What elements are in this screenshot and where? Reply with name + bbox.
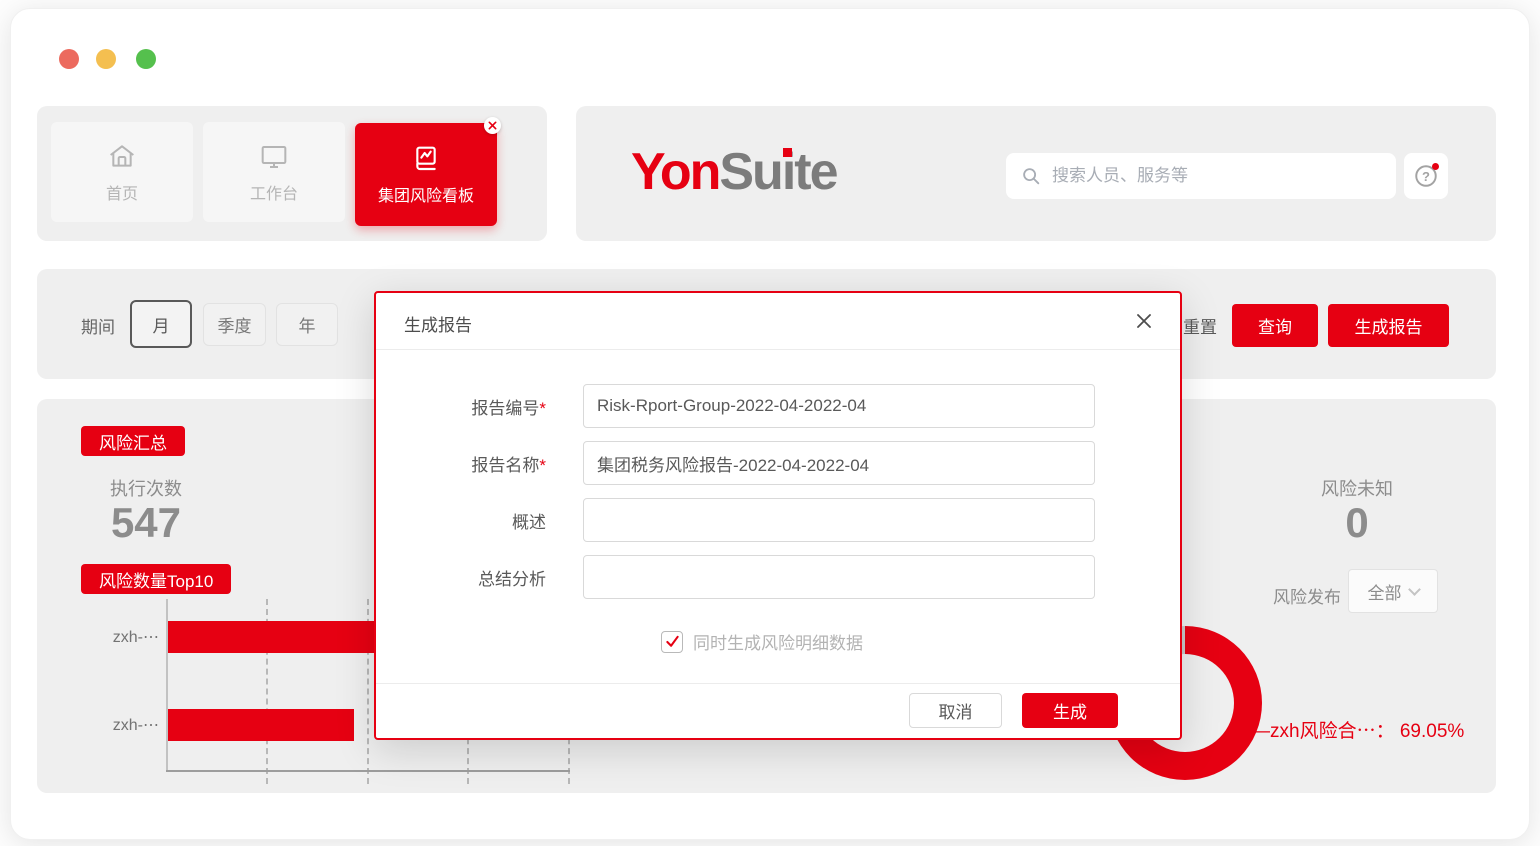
- form-row-report-name: 报告名称*: [376, 441, 1180, 485]
- dialog-header: 生成报告: [376, 293, 1180, 350]
- field-label: 总结分析: [416, 565, 546, 590]
- tab-label: 工作台: [250, 180, 298, 204]
- risk-unknown-value: 0: [1272, 499, 1442, 547]
- risk-top10-badge: 风险数量Top10: [81, 564, 231, 594]
- bar[interactable]: [168, 709, 354, 741]
- period-label: 期间: [81, 313, 115, 338]
- window-maximize-dot[interactable]: [136, 49, 156, 69]
- report-name-input[interactable]: [583, 441, 1095, 485]
- check-icon: [665, 634, 680, 649]
- form-row-overview: 概述: [376, 498, 1180, 542]
- exec-count-value: 547: [61, 499, 231, 547]
- query-button[interactable]: 查询: [1232, 304, 1318, 347]
- dashboard-icon: [410, 143, 442, 175]
- detail-data-checkbox[interactable]: [661, 631, 683, 653]
- window-close-dot[interactable]: [59, 49, 79, 69]
- window-minimize-dot[interactable]: [96, 49, 116, 69]
- dialog-footer: 取消 生成: [376, 683, 1180, 740]
- nav-tabs-panel: 首页 工作台 集团风险看板: [37, 106, 547, 241]
- report-code-input[interactable]: [583, 384, 1095, 428]
- submit-generate-button[interactable]: 生成: [1022, 693, 1118, 728]
- cancel-button[interactable]: 取消: [909, 693, 1002, 728]
- tab-group-risk-dashboard[interactable]: 集团风险看板: [355, 123, 497, 226]
- reset-button[interactable]: 重置: [1183, 313, 1217, 338]
- help-button[interactable]: ?: [1404, 153, 1448, 199]
- checkbox-label: 同时生成风险明细数据: [693, 629, 863, 654]
- generate-report-button[interactable]: 生成报告: [1328, 304, 1449, 347]
- form-row-report-code: 报告编号*: [376, 384, 1180, 428]
- generate-report-dialog: 生成报告 报告编号* 报告名称* 概述 总结分析: [374, 291, 1182, 740]
- search-input[interactable]: [1052, 166, 1382, 186]
- selected-option: 全部: [1368, 579, 1402, 604]
- exec-count-label: 执行次数: [61, 475, 231, 501]
- detail-data-checkbox-row: 同时生成风险明细数据: [661, 629, 863, 654]
- donut-slice-label: —zxh风险合⋯： 69.05%: [1251, 716, 1464, 743]
- form-row-summary: 总结分析: [376, 555, 1180, 599]
- chart-x-axis: [166, 770, 570, 772]
- global-search[interactable]: [1006, 153, 1396, 199]
- close-icon: [1135, 312, 1153, 330]
- required-asterisk: *: [539, 456, 546, 475]
- period-option-year[interactable]: 年: [276, 303, 338, 346]
- tab-home[interactable]: 首页: [51, 122, 193, 222]
- period-option-quarter[interactable]: 季度: [203, 303, 266, 346]
- field-label: 报告名称*: [416, 451, 546, 476]
- risk-unknown-label: 风险未知: [1272, 475, 1442, 501]
- field-label: 报告编号*: [416, 394, 546, 419]
- home-icon: [106, 141, 138, 173]
- svg-text:?: ?: [1422, 169, 1430, 184]
- dialog-title: 生成报告: [404, 311, 472, 336]
- close-icon: [488, 121, 497, 130]
- chevron-down-icon: [1408, 583, 1421, 596]
- tab-label: 集团风险看板: [378, 182, 474, 206]
- monitor-icon: [258, 141, 290, 173]
- screen: 首页 工作台 集团风险看板: [0, 0, 1540, 846]
- yonsuite-logo: YonSuite: [631, 142, 837, 202]
- summary-analysis-input[interactable]: [583, 555, 1095, 599]
- tab-workbench[interactable]: 工作台: [203, 122, 345, 222]
- search-icon: [1020, 165, 1042, 187]
- tab-close-button[interactable]: [484, 117, 501, 134]
- header-panel: YonSuite ?: [576, 106, 1496, 241]
- risk-publish-label: 风险发布: [1273, 583, 1341, 608]
- bar-category-label: zxh-⋯: [59, 715, 159, 735]
- tab-label: 首页: [106, 180, 138, 204]
- required-asterisk: *: [539, 399, 546, 418]
- risk-publish-select[interactable]: 全部: [1348, 569, 1438, 613]
- overview-input[interactable]: [583, 498, 1095, 542]
- risk-summary-badge: 风险汇总: [81, 426, 185, 456]
- field-label: 概述: [416, 508, 546, 533]
- app-window: 首页 工作台 集团风险看板: [10, 8, 1530, 840]
- bar-category-label: zxh-⋯: [59, 627, 159, 647]
- period-option-month[interactable]: 月: [130, 300, 192, 348]
- notification-dot: [1432, 163, 1439, 170]
- dialog-close-button[interactable]: [1132, 309, 1156, 333]
